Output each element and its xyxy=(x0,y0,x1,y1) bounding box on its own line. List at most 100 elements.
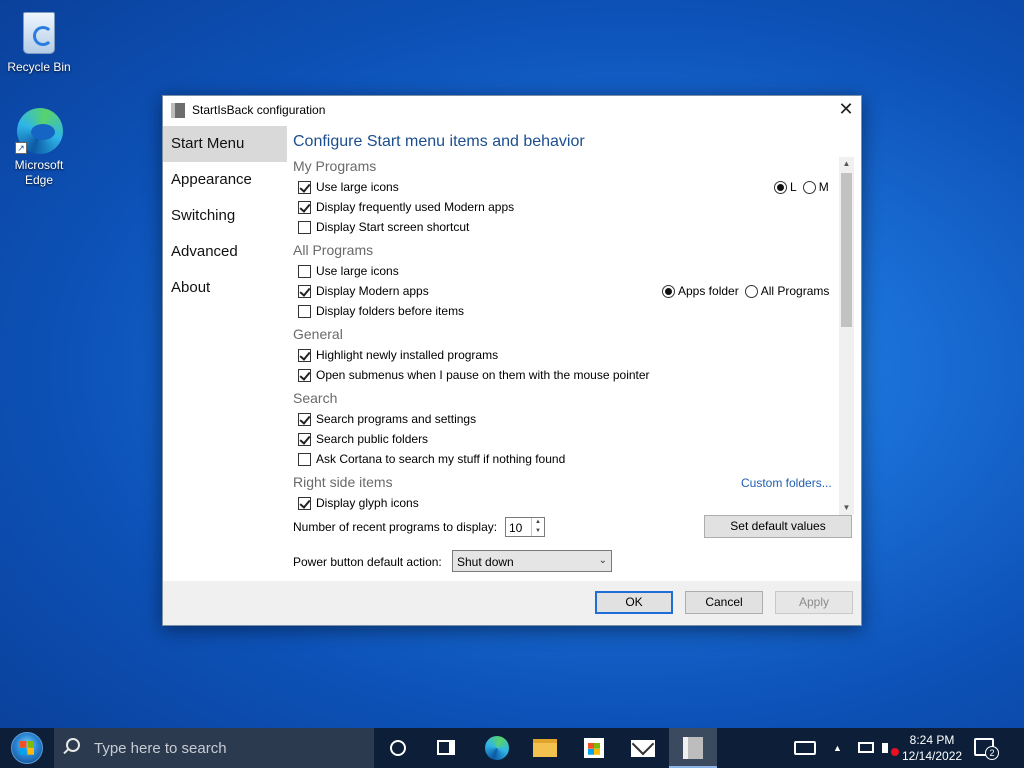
option-label: Use large icons xyxy=(316,180,399,194)
windows-orb-icon xyxy=(11,732,43,764)
option-label: Display folders before items xyxy=(316,304,465,318)
option-label: Display Start screen shortcut xyxy=(316,220,470,234)
radio-label: M xyxy=(818,180,829,194)
option-display-modern-apps[interactable]: Display Modern apps xyxy=(298,282,429,300)
option-label: Open submenus when I pause on them with … xyxy=(316,368,650,382)
taskbar-file-explorer[interactable] xyxy=(521,728,569,768)
option-frequently-used-modern-apps[interactable]: Display frequently used Modern apps xyxy=(298,198,514,216)
keyboard-icon[interactable] xyxy=(792,728,820,768)
dialog-footer: OK Cancel Apply xyxy=(163,581,861,625)
recent-programs-label: Number of recent programs to display: xyxy=(293,520,498,534)
recent-programs-stepper[interactable]: 10 ▲ ▼ xyxy=(505,517,545,537)
checkbox[interactable] xyxy=(298,284,311,298)
cortana-icon xyxy=(390,740,406,756)
settings-scroll-area[interactable]: My Programs Use large icons Display freq… xyxy=(293,157,837,515)
option-open-submenus-on-hover[interactable]: Open submenus when I pause on them with … xyxy=(298,366,650,384)
store-icon xyxy=(584,738,604,758)
nav-item-appearance[interactable]: Appearance xyxy=(163,162,287,198)
option-search-public-folders[interactable]: Search public folders xyxy=(298,430,428,448)
desktop-icon-recycle-bin[interactable]: Recycle Bin xyxy=(1,8,77,75)
nav-item-start-menu[interactable]: Start Menu xyxy=(163,126,287,162)
checkbox[interactable] xyxy=(298,264,311,278)
option-folders-before-items[interactable]: Display folders before items xyxy=(298,302,464,320)
clock-time: 8:24 PM xyxy=(909,733,955,747)
checkbox[interactable] xyxy=(298,304,311,318)
option-label: Display glyph icons xyxy=(316,496,419,510)
start-button[interactable] xyxy=(4,729,50,767)
taskbar-search-box[interactable]: Type here to search xyxy=(54,728,374,768)
settings-nav: Start Menu Appearance Switching Advanced… xyxy=(163,125,287,582)
section-general: General xyxy=(293,326,343,342)
checkbox[interactable] xyxy=(298,200,311,214)
scrollbar-thumb[interactable] xyxy=(841,173,852,327)
checkbox[interactable] xyxy=(298,432,311,446)
stepper-value[interactable]: 10 xyxy=(509,521,522,535)
apply-button[interactable]: Apply xyxy=(775,591,853,614)
ok-button[interactable]: OK xyxy=(595,591,673,614)
custom-folders-link[interactable]: Custom folders... xyxy=(741,476,832,490)
option-my-programs-large-icons[interactable]: Use large icons xyxy=(298,178,399,196)
scroll-down-arrow-icon[interactable]: ▼ xyxy=(839,501,854,515)
section-search: Search xyxy=(293,390,338,406)
option-label: Use large icons xyxy=(316,264,399,278)
vertical-scrollbar[interactable]: ▲ ▼ xyxy=(839,157,854,515)
stepper-down-icon[interactable]: ▼ xyxy=(532,527,544,536)
startisback-config-dialog: StartIsBack configuration ✕ Start Menu A… xyxy=(162,95,862,626)
option-ask-cortana[interactable]: Ask Cortana to search my stuff if nothin… xyxy=(298,450,565,468)
taskbar-store[interactable] xyxy=(570,728,618,768)
close-icon: ✕ xyxy=(838,99,854,119)
close-button[interactable]: ✕ xyxy=(831,96,861,125)
checkbox[interactable] xyxy=(298,368,311,382)
power-button-select[interactable]: Shut down ⌄ xyxy=(452,550,612,572)
option-display-glyph-icons[interactable]: Display glyph icons xyxy=(298,494,419,512)
cancel-button[interactable]: Cancel xyxy=(685,591,763,614)
option-label: Display frequently used Modern apps xyxy=(316,200,515,214)
option-search-programs-settings[interactable]: Search programs and settings xyxy=(298,410,476,428)
search-icon xyxy=(66,738,80,752)
scroll-up-arrow-icon[interactable]: ▲ xyxy=(839,157,854,171)
page-heading: Configure Start menu items and behavior xyxy=(293,133,585,150)
system-clock[interactable]: 8:24 PM 12/14/2022 xyxy=(902,732,962,764)
volume-muted-icon[interactable] xyxy=(880,728,900,768)
desktop-icon-label: Microsoft Edge xyxy=(14,158,64,187)
mail-icon xyxy=(631,740,655,757)
folder-icon xyxy=(533,739,557,757)
taskbar-mail[interactable] xyxy=(619,728,667,768)
title-bar[interactable]: StartIsBack configuration ✕ xyxy=(163,96,861,125)
checkbox[interactable] xyxy=(298,220,311,234)
taskbar-startisback[interactable] xyxy=(669,728,717,768)
checkbox[interactable] xyxy=(298,180,311,194)
desktop-icon-microsoft-edge[interactable]: ↗ Microsoft Edge xyxy=(1,106,77,188)
option-all-programs-large-icons[interactable]: Use large icons xyxy=(298,262,399,280)
network-icon[interactable] xyxy=(856,728,876,768)
chevron-up-icon[interactable]: ▲ xyxy=(833,728,847,768)
cortana-button[interactable] xyxy=(374,728,422,768)
nav-item-advanced[interactable]: Advanced xyxy=(163,234,287,270)
radio-all-programs[interactable] xyxy=(744,284,758,298)
select-value: Shut down xyxy=(457,555,514,569)
stepper-up-icon[interactable]: ▲ xyxy=(532,518,544,527)
option-label: Search programs and settings xyxy=(316,412,477,426)
search-placeholder: Type here to search xyxy=(94,740,227,757)
task-view-button[interactable] xyxy=(422,728,470,768)
startisback-app-icon xyxy=(683,737,703,759)
checkbox[interactable] xyxy=(298,452,311,466)
power-button-label: Power button default action: xyxy=(293,555,442,569)
radio-size-l[interactable] xyxy=(774,180,787,194)
option-label: Display Modern apps xyxy=(316,284,429,298)
set-default-values-button[interactable]: Set default values xyxy=(704,515,852,538)
task-view-icon xyxy=(437,740,455,755)
option-highlight-new-programs[interactable]: Highlight newly installed programs xyxy=(298,346,498,364)
nav-item-switching[interactable]: Switching xyxy=(163,198,287,234)
checkbox[interactable] xyxy=(298,412,311,426)
radio-size-m[interactable] xyxy=(802,180,816,194)
radio-apps-folder[interactable] xyxy=(662,284,675,298)
option-start-screen-shortcut[interactable]: Display Start screen shortcut xyxy=(298,218,469,236)
desktop-icon-label: Recycle Bin xyxy=(7,60,71,74)
taskbar-edge[interactable] xyxy=(473,728,521,768)
checkbox[interactable] xyxy=(298,348,311,362)
checkbox[interactable] xyxy=(298,496,311,510)
nav-item-about[interactable]: About xyxy=(163,270,287,306)
startisback-app-icon xyxy=(171,103,185,118)
window-title: StartIsBack configuration xyxy=(192,103,326,117)
